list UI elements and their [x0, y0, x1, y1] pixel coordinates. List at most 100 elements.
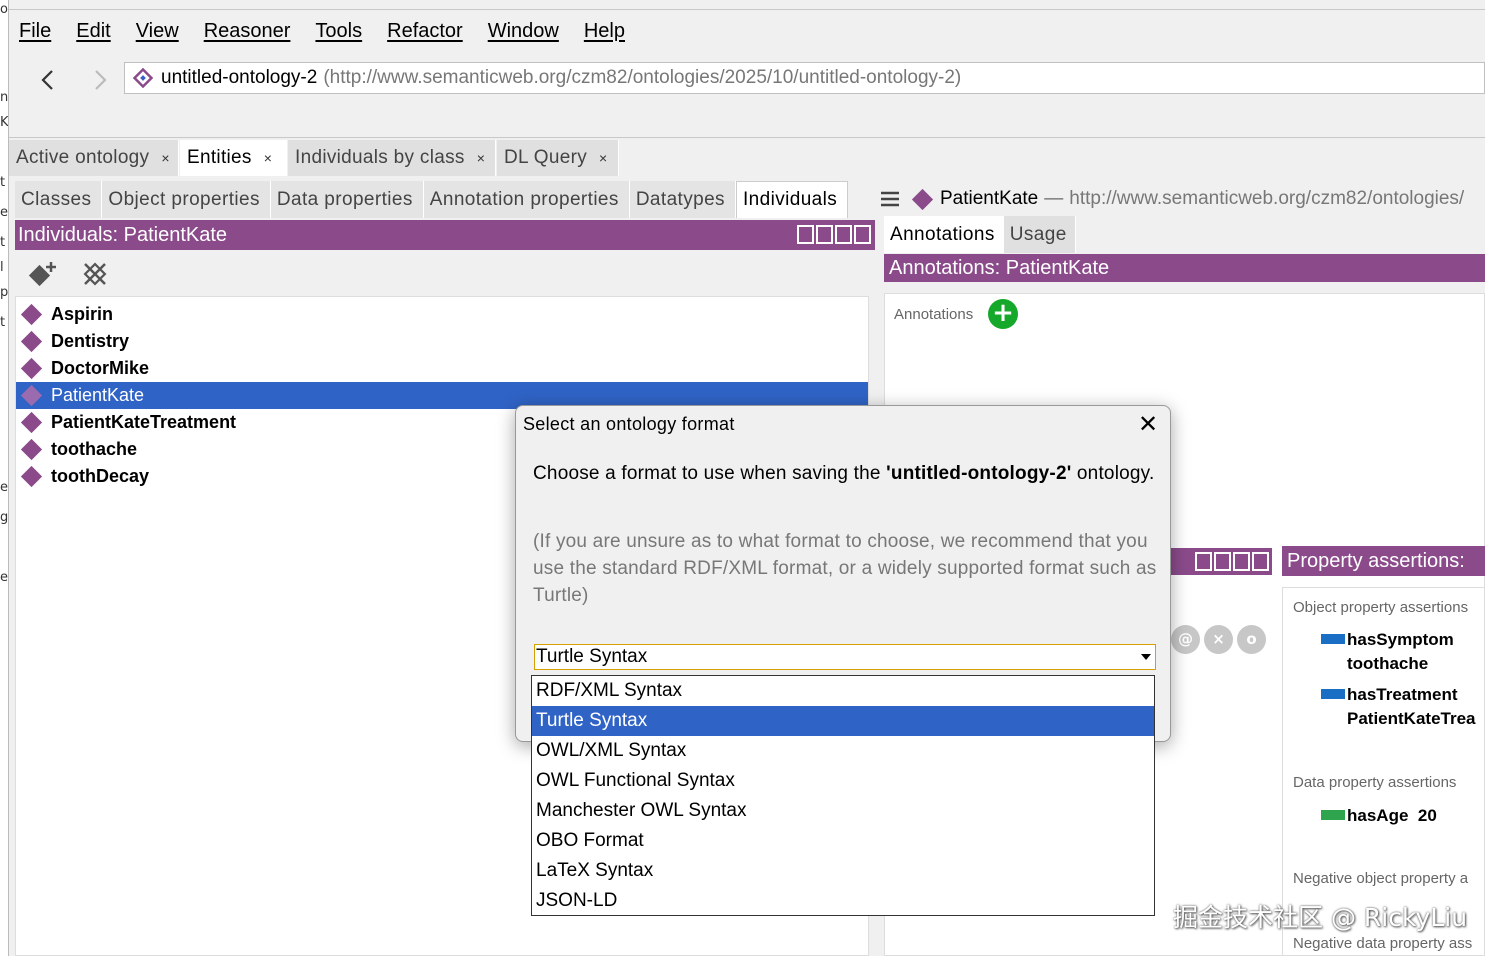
format-option[interactable]: Manchester OWL Syntax	[532, 796, 1154, 826]
split-view-icon[interactable]	[1195, 552, 1212, 571]
format-option[interactable]: OWL/XML Syntax	[532, 736, 1154, 766]
background-text: K	[0, 115, 9, 130]
maximize-view-icon[interactable]	[835, 225, 852, 244]
close-view-icon[interactable]	[1252, 552, 1269, 571]
dialog-message: Choose a format to use when saving the '…	[533, 463, 1155, 484]
annotate-icon[interactable]: @	[1171, 625, 1200, 654]
subtab-classes[interactable]: Classes	[15, 181, 103, 218]
background-text: t	[0, 175, 6, 190]
watermark: 掘金技术社区 @ RickyLiu	[1173, 903, 1468, 932]
object-property-icon	[1321, 634, 1345, 644]
object-property-assertion[interactable]: hasSymptom toothache	[1347, 628, 1454, 676]
forward-button[interactable]	[89, 68, 111, 92]
subtab-data-properties[interactable]: Data properties	[270, 181, 424, 218]
menu-reasoner[interactable]: Reasoner	[204, 20, 291, 43]
individual-list-item[interactable]: Dentistry	[16, 328, 868, 355]
tab-annotations[interactable]: Annotations	[884, 216, 1004, 253]
format-option[interactable]: Turtle Syntax	[532, 706, 1154, 736]
ontology-icon	[133, 68, 153, 88]
delete-icon[interactable]: ×	[1204, 625, 1233, 654]
tab-dl-query[interactable]: DL Query ×	[497, 140, 619, 176]
format-option[interactable]: OBO Format	[532, 826, 1154, 856]
format-combobox[interactable]: Turtle Syntax	[534, 644, 1156, 670]
format-option[interactable]: LaTeX Syntax	[532, 856, 1154, 886]
view-controls	[797, 225, 871, 244]
entity-type-tabs: Classes Object properties Data propertie…	[15, 181, 849, 218]
delete-individual-icon[interactable]	[81, 260, 109, 288]
background-text: o	[0, 2, 8, 17]
split-view-icon[interactable]	[797, 225, 814, 244]
subtab-object-properties[interactable]: Object properties	[102, 181, 271, 218]
tab-individuals-by-class[interactable]: Individuals by class ×	[288, 140, 496, 176]
individuals-header-title: Individuals: PatientKate	[18, 224, 228, 246]
tab-label: Individuals by class	[295, 147, 465, 168]
ontology-address-field[interactable]: untitled-ontology-2 (http://www.semantic…	[124, 62, 1485, 94]
edit-icon[interactable]: o	[1237, 625, 1266, 654]
subtab-annotation-properties[interactable]: Annotation properties	[423, 181, 630, 218]
tab-active-ontology[interactable]: Active ontology ×	[9, 140, 179, 176]
individual-list-item[interactable]: DoctorMike	[16, 355, 868, 382]
menu-window[interactable]: Window	[488, 20, 559, 43]
menu-refactor[interactable]: Refactor	[387, 20, 463, 43]
background-text: t	[0, 315, 6, 330]
annotations-header: Annotations: PatientKate	[884, 254, 1485, 282]
format-dropdown-list: RDF/XML Syntax Turtle Syntax OWL/XML Synta…	[531, 675, 1155, 916]
object-property-assertion[interactable]: hasTreatment PatientKateTrea	[1347, 683, 1476, 731]
individual-icon	[20, 384, 43, 407]
individual-name: Dentistry	[51, 331, 130, 351]
close-icon[interactable]: ✕	[1136, 412, 1160, 436]
background-text: p	[0, 285, 9, 300]
subtab-datatypes[interactable]: Datatypes	[629, 181, 736, 218]
entity-url: http://www.semanticweb.org/czm82/ontolog…	[1069, 188, 1465, 209]
tab-close-icon[interactable]: ×	[599, 150, 607, 166]
negative-object-property-section-label: Negative object property a	[1293, 870, 1469, 887]
tab-entities[interactable]: Entities ×	[180, 140, 287, 176]
individual-name: PatientKateTreatment	[51, 412, 237, 432]
tab-label: Entities	[187, 147, 252, 168]
entity-separator: —	[1044, 188, 1064, 209]
add-individual-icon[interactable]	[25, 260, 63, 288]
data-property-icon	[1321, 810, 1345, 820]
format-option[interactable]: JSON-LD	[532, 886, 1154, 916]
format-option[interactable]: OWL Functional Syntax	[532, 766, 1154, 796]
frame-action-buttons: @ × o	[1171, 625, 1266, 654]
menu-tools[interactable]: Tools	[315, 20, 362, 43]
data-property-assertion[interactable]: hasAge 20	[1347, 804, 1437, 828]
individual-icon	[20, 303, 43, 326]
background-text: l	[0, 260, 4, 275]
tab-label: Active ontology	[16, 147, 150, 168]
minimize-view-icon[interactable]	[1214, 552, 1231, 571]
object-property-icon	[1321, 689, 1345, 699]
view-controls	[1195, 552, 1269, 571]
tab-label: DL Query	[504, 147, 588, 168]
minimize-view-icon[interactable]	[816, 225, 833, 244]
data-property-section-label: Data property assertions	[1293, 774, 1457, 791]
individuals-header: Individuals: PatientKate	[15, 220, 875, 250]
menu-help[interactable]: Help	[584, 20, 625, 43]
individual-icon	[20, 330, 43, 353]
background-text: g	[0, 510, 9, 525]
menu-view[interactable]: View	[136, 20, 179, 43]
add-annotation-button[interactable]: +	[988, 299, 1018, 329]
subtab-individuals[interactable]: Individuals	[735, 181, 849, 218]
background-text: e	[0, 480, 8, 495]
tab-close-icon[interactable]: ×	[161, 150, 169, 166]
back-button[interactable]	[37, 68, 59, 92]
individual-list-item[interactable]: Aspirin	[16, 301, 868, 328]
hamburger-menu-icon[interactable]	[879, 187, 903, 211]
individual-name: toothDecay	[51, 466, 150, 486]
chevron-down-icon	[1141, 654, 1151, 660]
format-option[interactable]: RDF/XML Syntax	[532, 676, 1154, 706]
format-combobox-value: Turtle Syntax	[536, 646, 648, 667]
menu-edit[interactable]: Edit	[76, 20, 110, 43]
annotation-tabs: Annotations Usage	[884, 216, 1076, 253]
tab-close-icon[interactable]: ×	[477, 150, 485, 166]
tab-close-icon[interactable]: ×	[264, 150, 272, 166]
maximize-view-icon[interactable]	[1233, 552, 1250, 571]
menu-file[interactable]: File	[19, 20, 51, 43]
individual-icon	[20, 411, 43, 434]
close-view-icon[interactable]	[854, 225, 871, 244]
dialog-hint: (If you are unsure as to what format to …	[533, 531, 1157, 606]
description-view-header	[1168, 548, 1272, 575]
tab-usage[interactable]: Usage	[1003, 216, 1076, 253]
